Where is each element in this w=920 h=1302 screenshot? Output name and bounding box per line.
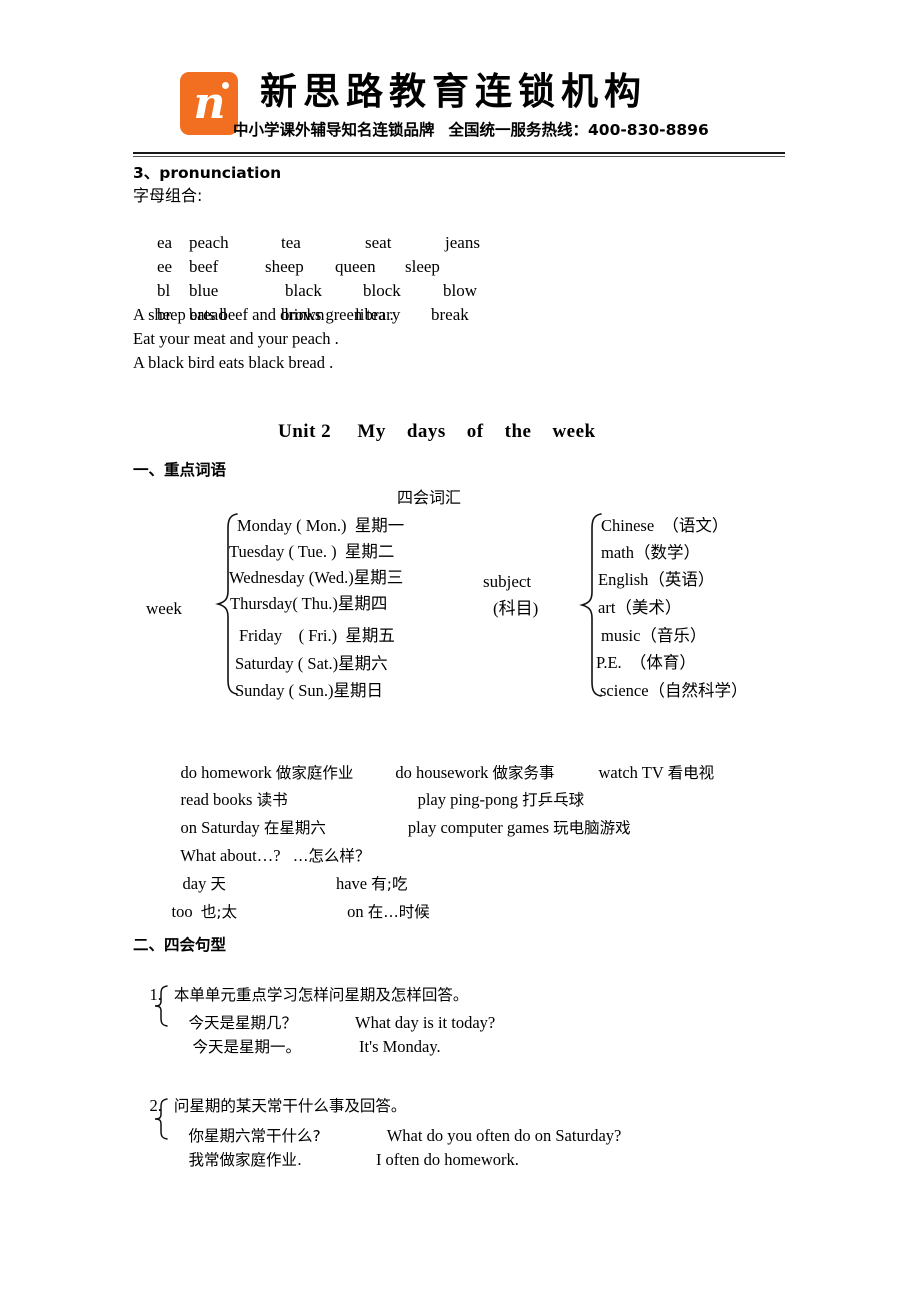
subject-item: music（音乐）	[601, 626, 707, 645]
subject-item: P.E. （体育）	[596, 653, 696, 672]
pattern-en: I often do homework.	[375, 1150, 519, 1169]
vocab-heading: 四会词汇	[397, 488, 462, 507]
subject-item: science（自然科学）	[600, 681, 748, 700]
week-item: Saturday ( Sat.)星期六	[235, 654, 388, 673]
word-cell: break	[431, 305, 469, 324]
pronunciation-sentence: A sheep eats beef and drinks green tea .	[133, 305, 394, 324]
pattern-brace-icon-1	[152, 984, 170, 1028]
pattern-zh: 我常做家庭作业.	[188, 1151, 302, 1169]
pronunciation-subheading: 字母组合:	[133, 186, 203, 205]
document-page: n 新思路教育连锁机构 中小学课外辅导知名连锁品牌 全国统一服务热线：400-83…	[0, 0, 920, 1302]
pattern-pair: 我常做家庭作业. I often do homework.	[172, 1124, 519, 1196]
phrase-en: watch TV	[598, 763, 668, 782]
phrase-en: on	[347, 902, 368, 921]
word-cell: jeans	[445, 233, 480, 252]
phrase-zh: 看电视	[667, 764, 715, 782]
week-label: week	[146, 599, 182, 618]
week-item: Friday ( Fri.) 星期五	[239, 626, 395, 645]
week-item: Wednesday (Wed.)星期三	[229, 568, 404, 587]
pronunciation-sentence: Eat your meat and your peach .	[133, 329, 339, 348]
phrase-zh: 也;太	[200, 903, 238, 921]
section-heading-one: 一、重点词语	[133, 461, 227, 479]
phrase-en: play computer games	[407, 818, 554, 837]
week-item: Tuesday ( Tue. ) 星期二	[229, 542, 395, 561]
subject-item: English（英语）	[598, 570, 715, 589]
pronunciation-heading: 3、pronunciation	[133, 164, 282, 182]
subject-item: math（数学）	[601, 543, 700, 562]
header-rule-thick	[133, 152, 785, 154]
phrase-en: too	[171, 902, 201, 921]
logo-letter: n	[193, 78, 226, 129]
subject-label-en: subject	[483, 572, 532, 591]
week-item: Thursday( Thu.)星期四	[230, 594, 388, 613]
week-item: Monday ( Mon.) 星期一	[237, 516, 405, 535]
subject-item: Chinese （语文）	[601, 516, 729, 535]
brand-hotline: 全国统一服务热线：400-830-8896	[448, 121, 709, 139]
phrase-zh: 在…时候	[367, 903, 430, 921]
pattern-zh: 今天是星期一。	[192, 1038, 302, 1056]
week-item: Sunday ( Sun.)星期日	[235, 681, 384, 700]
pronunciation-sentence: A black bird eats black bread .	[133, 353, 334, 372]
letterhead: n 新思路教育连锁机构 中小学课外辅导知名连锁品牌 全国统一服务热线：400-83…	[133, 62, 785, 150]
pattern-brace-icon-2	[152, 1097, 170, 1141]
header-rule-thin	[133, 156, 785, 157]
script-n-logo-icon: n	[180, 72, 238, 135]
pattern-en: It's Monday.	[359, 1037, 441, 1056]
brand-title: 新思路教育连锁机构	[260, 70, 647, 113]
logo-dot-icon	[222, 82, 229, 89]
brand-subtitle: 中小学课外辅导知名连锁品牌 全国统一服务热线：400-830-8896	[233, 119, 793, 141]
section-heading-two: 二、四会句型	[133, 936, 227, 954]
unit-title: Unit 2 My days of the week	[278, 421, 596, 442]
subject-label-cn: (科目)	[493, 599, 539, 618]
brand-sub-left: 中小学课外辅导知名连锁品牌	[233, 121, 435, 139]
subject-item: art（美术）	[598, 598, 682, 617]
phrase-zh: 玩电脑游戏	[553, 819, 631, 837]
